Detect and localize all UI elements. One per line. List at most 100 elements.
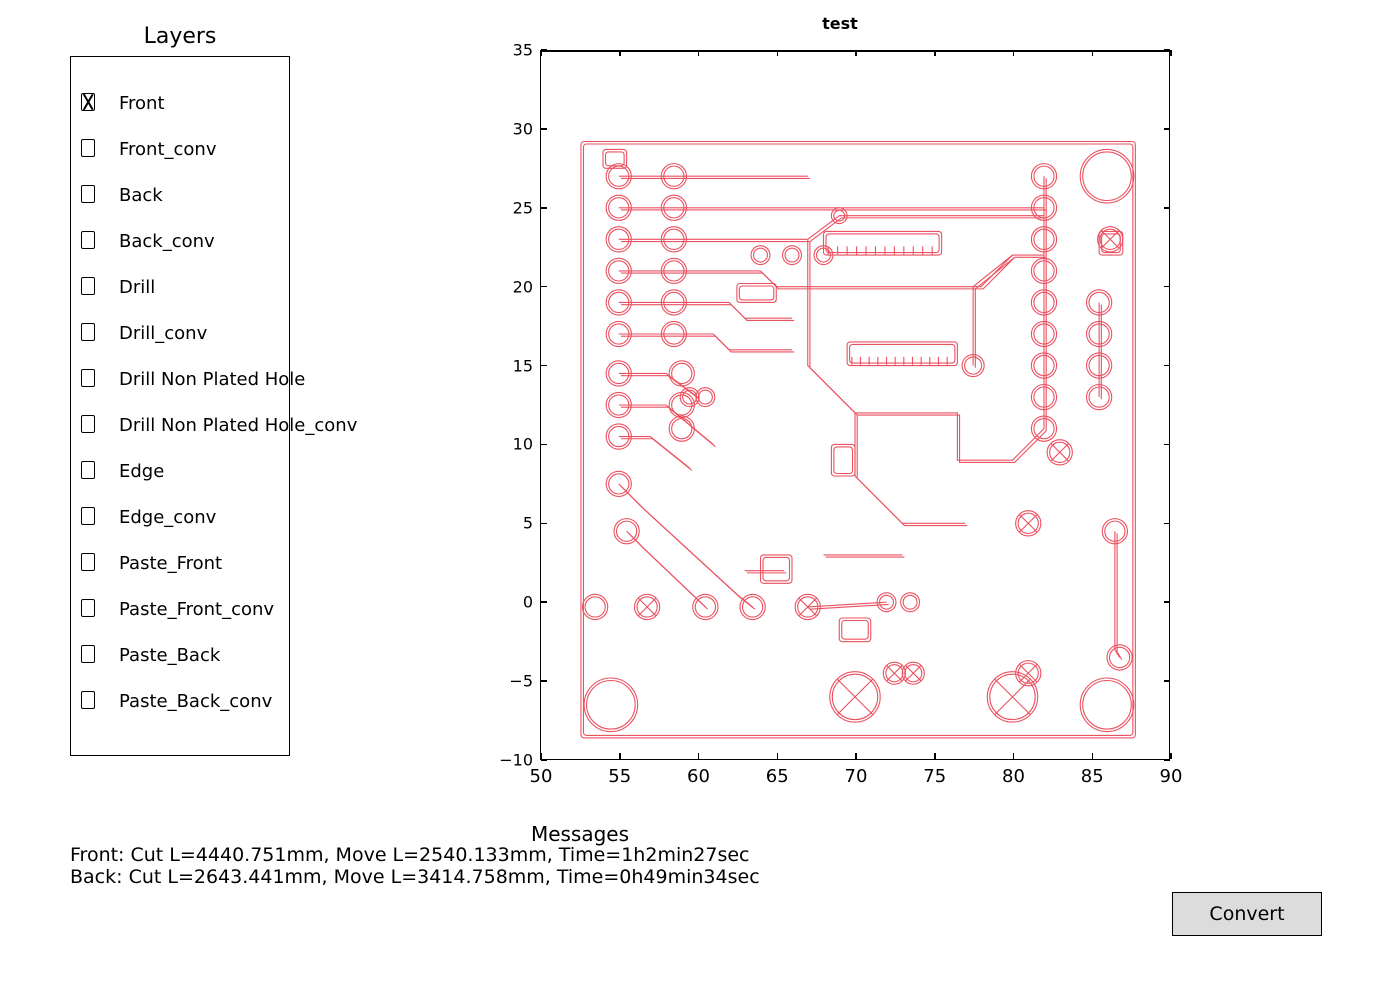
layers-panel: Front Front_conv Back Back_conv Drill Drill_c… (70, 56, 290, 756)
layer-label: Paste_Front_conv (119, 599, 274, 620)
ytick-mark (541, 49, 547, 51)
layer-checkbox[interactable] (81, 415, 95, 433)
layer-label: Edge (119, 461, 164, 482)
layer-label: Drill (119, 277, 155, 298)
ytick-mark-right (1164, 680, 1170, 682)
ytick-label: 35 (487, 41, 533, 60)
messages-line-1: Front: Cut L=4440.751mm, Move L=2540.133… (70, 844, 749, 866)
layer-row-drill: Drill (71, 267, 289, 313)
layer-checkbox[interactable] (81, 139, 95, 157)
xtick-mark (777, 753, 779, 759)
layer-checkbox[interactable] (81, 507, 95, 525)
ytick-mark-right (1164, 286, 1170, 288)
plot-area[interactable]: −10−505101520253035505560657075808590 (540, 50, 1170, 760)
layer-row-back-conv: Back_conv (71, 221, 289, 267)
messages-title: Messages (70, 822, 1090, 846)
xtick-label: 50 (530, 766, 553, 787)
ytick-label: 25 (487, 198, 533, 217)
layer-label: Front (119, 93, 165, 114)
xtick-label: 70 (845, 766, 868, 787)
xtick-mark (1013, 753, 1015, 759)
ytick-label: 20 (487, 277, 533, 296)
xtick-mark (855, 753, 857, 759)
ytick-mark (541, 601, 547, 603)
layer-row-drill-non-plated-hole-conv: Drill Non Plated Hole_conv (71, 405, 289, 451)
ytick-mark (541, 128, 547, 130)
xtick-mark (698, 753, 700, 759)
layer-row-drill-non-plated-hole: Drill Non Plated Hole (71, 359, 289, 405)
layer-checkbox[interactable] (81, 185, 95, 203)
layer-row-paste-back-conv: Paste_Back_conv (71, 681, 289, 727)
layer-checkbox[interactable] (81, 93, 95, 111)
ytick-label: 10 (487, 435, 533, 454)
convert-button[interactable]: Convert (1172, 892, 1322, 936)
messages-line-2: Back: Cut L=2643.441mm, Move L=3414.758m… (70, 866, 760, 888)
layer-label: Drill_conv (119, 323, 207, 344)
layer-row-drill-conv: Drill_conv (71, 313, 289, 359)
ytick-mark-right (1164, 601, 1170, 603)
layer-label: Edge_conv (119, 507, 216, 528)
ytick-mark-right (1164, 128, 1170, 130)
xtick-mark (540, 753, 542, 759)
ytick-mark-right (1164, 207, 1170, 209)
xtick-mark (1170, 753, 1172, 759)
layer-row-front: Front (71, 83, 289, 129)
xtick-mark-top (619, 50, 621, 56)
xtick-label: 75 (923, 766, 946, 787)
xtick-label: 55 (608, 766, 631, 787)
layer-label: Paste_Front (119, 553, 222, 574)
xtick-mark-top (934, 50, 936, 56)
layers-title: Layers (70, 24, 290, 49)
ytick-mark-right (1164, 49, 1170, 51)
layer-label: Paste_Back_conv (119, 691, 272, 712)
xtick-mark-top (855, 50, 857, 56)
ytick-mark (541, 680, 547, 682)
ytick-mark-right (1164, 365, 1170, 367)
ytick-mark (541, 759, 547, 761)
ytick-mark (541, 523, 547, 525)
layer-checkbox[interactable] (81, 691, 95, 709)
layer-checkbox[interactable] (81, 599, 95, 617)
layer-row-front-conv: Front_conv (71, 129, 289, 175)
layer-checkbox[interactable] (81, 553, 95, 571)
layer-label: Drill Non Plated Hole (119, 369, 305, 390)
layer-row-paste-front: Paste_Front (71, 543, 289, 589)
ytick-label: 15 (487, 356, 533, 375)
xtick-mark (619, 753, 621, 759)
layer-row-edge: Edge (71, 451, 289, 497)
xtick-mark-top (540, 50, 542, 56)
ytick-label: 5 (487, 514, 533, 533)
ytick-label: −10 (487, 751, 533, 770)
xtick-mark-top (1013, 50, 1015, 56)
plot-spine-right (1169, 50, 1171, 759)
xtick-mark-top (1170, 50, 1172, 56)
xtick-label: 85 (1081, 766, 1104, 787)
xtick-label: 65 (766, 766, 789, 787)
xtick-mark (934, 753, 936, 759)
ytick-label: 30 (487, 119, 533, 138)
layer-label: Back_conv (119, 231, 215, 252)
xtick-mark-top (1092, 50, 1094, 56)
layer-checkbox[interactable] (81, 645, 95, 663)
layer-checkbox[interactable] (81, 323, 95, 341)
layer-checkbox[interactable] (81, 461, 95, 479)
layer-row-paste-front-conv: Paste_Front_conv (71, 589, 289, 635)
layer-label: Drill Non Plated Hole_conv (119, 415, 357, 436)
ytick-label: −5 (487, 672, 533, 691)
layer-checkbox[interactable] (81, 277, 95, 295)
layer-label: Back (119, 185, 163, 206)
ytick-mark (541, 365, 547, 367)
layer-row-edge-conv: Edge_conv (71, 497, 289, 543)
ytick-mark-right (1164, 444, 1170, 446)
layer-label: Front_conv (119, 139, 217, 160)
xtick-label: 60 (687, 766, 710, 787)
plot-title: test (520, 14, 1160, 33)
layer-label: Paste_Back (119, 645, 220, 666)
ytick-mark-right (1164, 759, 1170, 761)
ytick-label: 0 (487, 593, 533, 612)
layer-row-back: Back (71, 175, 289, 221)
layer-checkbox[interactable] (81, 369, 95, 387)
layer-checkbox[interactable] (81, 231, 95, 249)
xtick-mark (1092, 753, 1094, 759)
xtick-label: 80 (1002, 766, 1025, 787)
